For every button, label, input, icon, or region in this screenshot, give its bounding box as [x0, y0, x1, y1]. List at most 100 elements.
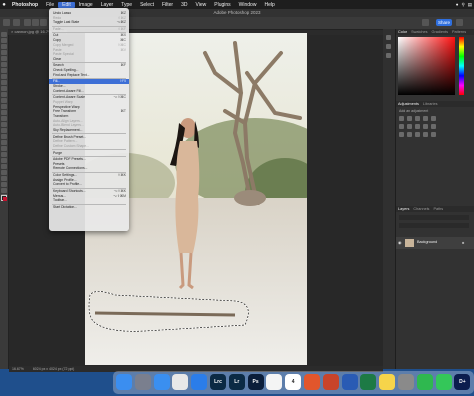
menu-3d[interactable]: 3D: [177, 2, 191, 8]
tool-icon[interactable]: [1, 92, 7, 97]
tool-icon[interactable]: [1, 140, 7, 145]
panel-tab-adjustments[interactable]: Adjustments: [398, 101, 419, 107]
adjustment-icon[interactable]: [415, 124, 420, 129]
adjustment-icon[interactable]: [407, 116, 412, 121]
workspace-icon[interactable]: [456, 19, 463, 26]
menu-view[interactable]: View: [192, 2, 211, 8]
adjustment-icon[interactable]: [431, 132, 436, 137]
panel-tab-layers[interactable]: Layers: [398, 206, 409, 212]
add-selection-icon[interactable]: [32, 19, 39, 26]
settings-icon[interactable]: [398, 374, 414, 390]
edit-menu-item[interactable]: Toolbar...: [49, 198, 129, 203]
menu-layer[interactable]: Layer: [97, 2, 118, 8]
panel-tab-libraries[interactable]: Libraries: [423, 101, 438, 107]
color-picker-field[interactable]: [398, 37, 455, 95]
layer-row[interactable]: ◉ Background ■: [396, 237, 474, 249]
menu-app-name[interactable]: Photoshop: [8, 2, 42, 8]
facetime-icon[interactable]: [416, 374, 433, 390]
share-button[interactable]: Share: [436, 19, 452, 26]
tool-icon[interactable]: [1, 146, 7, 151]
edit-menu-item[interactable]: Convert to Profile...: [49, 182, 129, 187]
adjustment-icon[interactable]: [407, 124, 412, 129]
panel-tab-gradients[interactable]: Gradients: [432, 29, 448, 35]
disney-plus-icon[interactable]: D+: [454, 374, 471, 390]
adjustment-icon[interactable]: [399, 116, 404, 121]
edit-menu-item[interactable]: Content-Aware Fill...: [49, 89, 129, 94]
tool-icon[interactable]: [1, 38, 7, 43]
tool-icon[interactable]: [1, 110, 7, 115]
tool-icon[interactable]: [1, 104, 7, 109]
tool-icon[interactable]: [1, 182, 7, 187]
panel-tab-swatches[interactable]: Swatches: [411, 29, 427, 35]
tool-icon[interactable]: [1, 56, 7, 61]
adjustment-icon[interactable]: [423, 116, 428, 121]
tool-icon[interactable]: [1, 128, 7, 133]
tool-icon[interactable]: [1, 50, 7, 55]
mail-icon[interactable]: [153, 374, 170, 390]
history-icon[interactable]: [386, 35, 391, 40]
menu-window[interactable]: Window: [235, 2, 261, 8]
tool-icon[interactable]: [1, 44, 7, 49]
subtract-selection-icon[interactable]: [40, 19, 47, 26]
excel-icon[interactable]: [360, 374, 377, 390]
adjustment-icon[interactable]: [423, 132, 428, 137]
apple-icon[interactable]: ●: [0, 2, 8, 8]
tool-icon[interactable]: [1, 134, 7, 139]
panel-tab-channels[interactable]: Channels: [413, 206, 429, 212]
home-icon[interactable]: [3, 19, 10, 26]
messages-icon[interactable]: [435, 374, 452, 390]
tool-icon[interactable]: [1, 152, 7, 157]
tool-icon[interactable]: [1, 158, 7, 163]
edit-menu-item[interactable]: Purge: [49, 151, 129, 156]
tool-icon[interactable]: [1, 170, 7, 175]
tool-icon[interactable]: [1, 86, 7, 91]
calendar-icon[interactable]: 4: [285, 374, 302, 390]
menu-file[interactable]: File: [42, 2, 58, 8]
search-icon[interactable]: ⚲: [461, 2, 464, 8]
adjustment-icon[interactable]: [431, 116, 436, 121]
panel-tab-patterns[interactable]: Patterns: [452, 29, 466, 35]
edit-menu-item[interactable]: Remote Connections...: [49, 166, 129, 171]
layer-filter[interactable]: [399, 215, 469, 220]
edit-menu-item[interactable]: Clear: [49, 57, 129, 62]
properties-icon[interactable]: [386, 44, 391, 49]
adjustment-icon[interactable]: [423, 124, 428, 129]
wifi-icon[interactable]: ●: [456, 2, 459, 7]
word-icon[interactable]: [341, 374, 358, 390]
tool-icon[interactable]: [1, 80, 7, 85]
menu-filter[interactable]: Filter: [158, 2, 177, 8]
blend-mode-select[interactable]: [399, 223, 469, 228]
notes-icon[interactable]: [379, 374, 396, 390]
tool-icon[interactable]: [1, 32, 7, 37]
tool-icon[interactable]: [1, 68, 7, 73]
tool-icon[interactable]: [1, 176, 7, 181]
menu-select[interactable]: Select: [136, 2, 158, 8]
edit-menu-item[interactable]: Sky Replacement...: [49, 128, 129, 133]
lasso-tool-icon[interactable]: [13, 19, 20, 26]
adjustment-icon[interactable]: [415, 116, 420, 121]
menu-plugins[interactable]: Plugins: [210, 2, 234, 8]
adjustment-icon[interactable]: [399, 132, 404, 137]
tool-icon[interactable]: [1, 188, 7, 193]
eye-icon[interactable]: ◉: [398, 240, 402, 245]
chrome-icon[interactable]: [172, 374, 189, 390]
adjustment-icon[interactable]: [399, 124, 404, 129]
menu-help[interactable]: Help: [260, 2, 278, 8]
finder-icon[interactable]: [116, 374, 132, 390]
edit-menu-item[interactable]: Start Dictation...: [49, 205, 129, 210]
powerpoint-icon[interactable]: [322, 374, 339, 390]
tool-icon[interactable]: [1, 62, 7, 67]
tool-icon[interactable]: [1, 74, 7, 79]
safari-icon[interactable]: [191, 374, 208, 390]
control-center-icon[interactable]: ▤: [468, 2, 472, 8]
panel-tab-paths[interactable]: Paths: [433, 206, 443, 212]
tool-icon[interactable]: [1, 98, 7, 103]
panel-tab-color[interactable]: Color: [398, 29, 407, 35]
photoshop-icon[interactable]: Ps: [247, 374, 264, 390]
tool-icon[interactable]: [1, 116, 7, 121]
background-color[interactable]: [3, 197, 7, 201]
brush-settings-icon[interactable]: [386, 53, 391, 58]
office-icon[interactable]: [304, 374, 320, 390]
search-icon[interactable]: [422, 19, 429, 26]
tool-icon[interactable]: [1, 164, 7, 169]
